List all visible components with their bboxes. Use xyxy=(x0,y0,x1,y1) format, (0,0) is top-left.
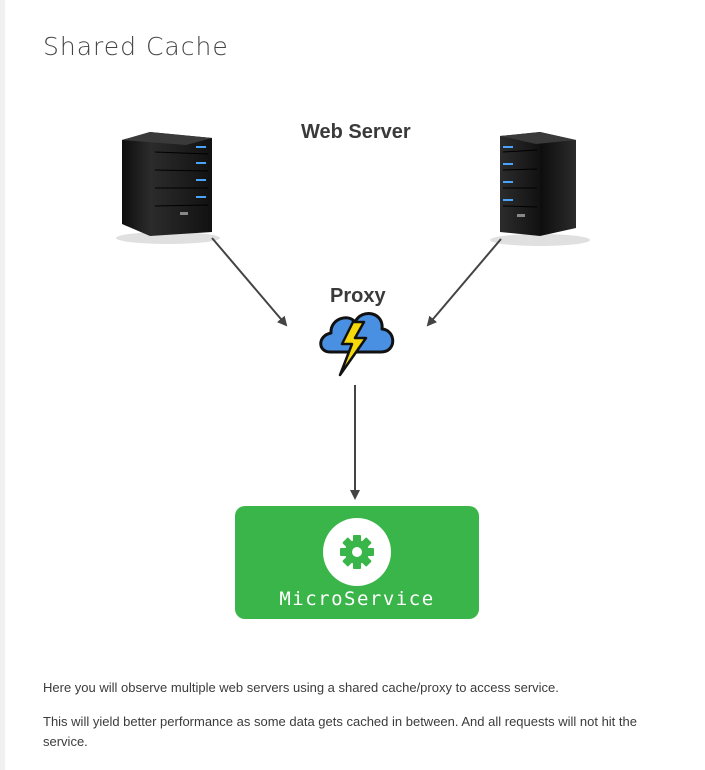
proxy-label: Proxy xyxy=(330,285,386,307)
web-server-label: Web Server xyxy=(301,121,411,143)
arrow-left-server-to-proxy xyxy=(211,237,288,327)
diagram-canvas xyxy=(116,132,590,619)
server-icon xyxy=(116,132,220,244)
cloud-lightning-icon xyxy=(319,312,395,377)
gear-icon xyxy=(340,535,374,569)
arrow-right-server-to-proxy xyxy=(426,238,502,327)
description-paragraph-2: This will yield better performance as so… xyxy=(43,714,637,749)
microservice-label: MicroService xyxy=(279,588,435,610)
shared-cache-diagram: Web Server Proxy MicroService xyxy=(0,0,705,640)
description-paragraph-1: Here you will observe multiple web serve… xyxy=(43,680,559,695)
server-icon xyxy=(490,132,590,246)
